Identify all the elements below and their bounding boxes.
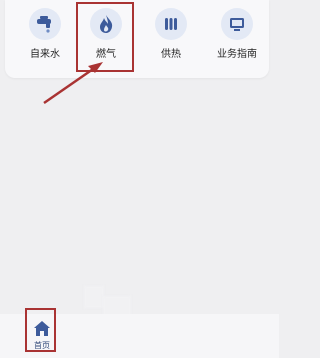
radiator-icon (155, 8, 187, 40)
blur-block-1 (84, 286, 104, 308)
home-highlight-annotation (25, 308, 56, 352)
service-guide[interactable]: 业务指南 (207, 4, 267, 70)
service-heating[interactable]: 供热 (141, 4, 201, 70)
faucet-icon (29, 8, 61, 40)
service-label-guide: 业务指南 (217, 49, 257, 60)
service-label-water: 自来水 (30, 49, 60, 60)
service-grid-card: 自来水 燃气 供热 业务指南 (5, 0, 269, 78)
gas-highlight-annotation (76, 2, 134, 72)
screen-icon (221, 8, 253, 40)
service-water[interactable]: 自来水 (15, 4, 75, 70)
service-label-heating: 供热 (161, 49, 181, 60)
